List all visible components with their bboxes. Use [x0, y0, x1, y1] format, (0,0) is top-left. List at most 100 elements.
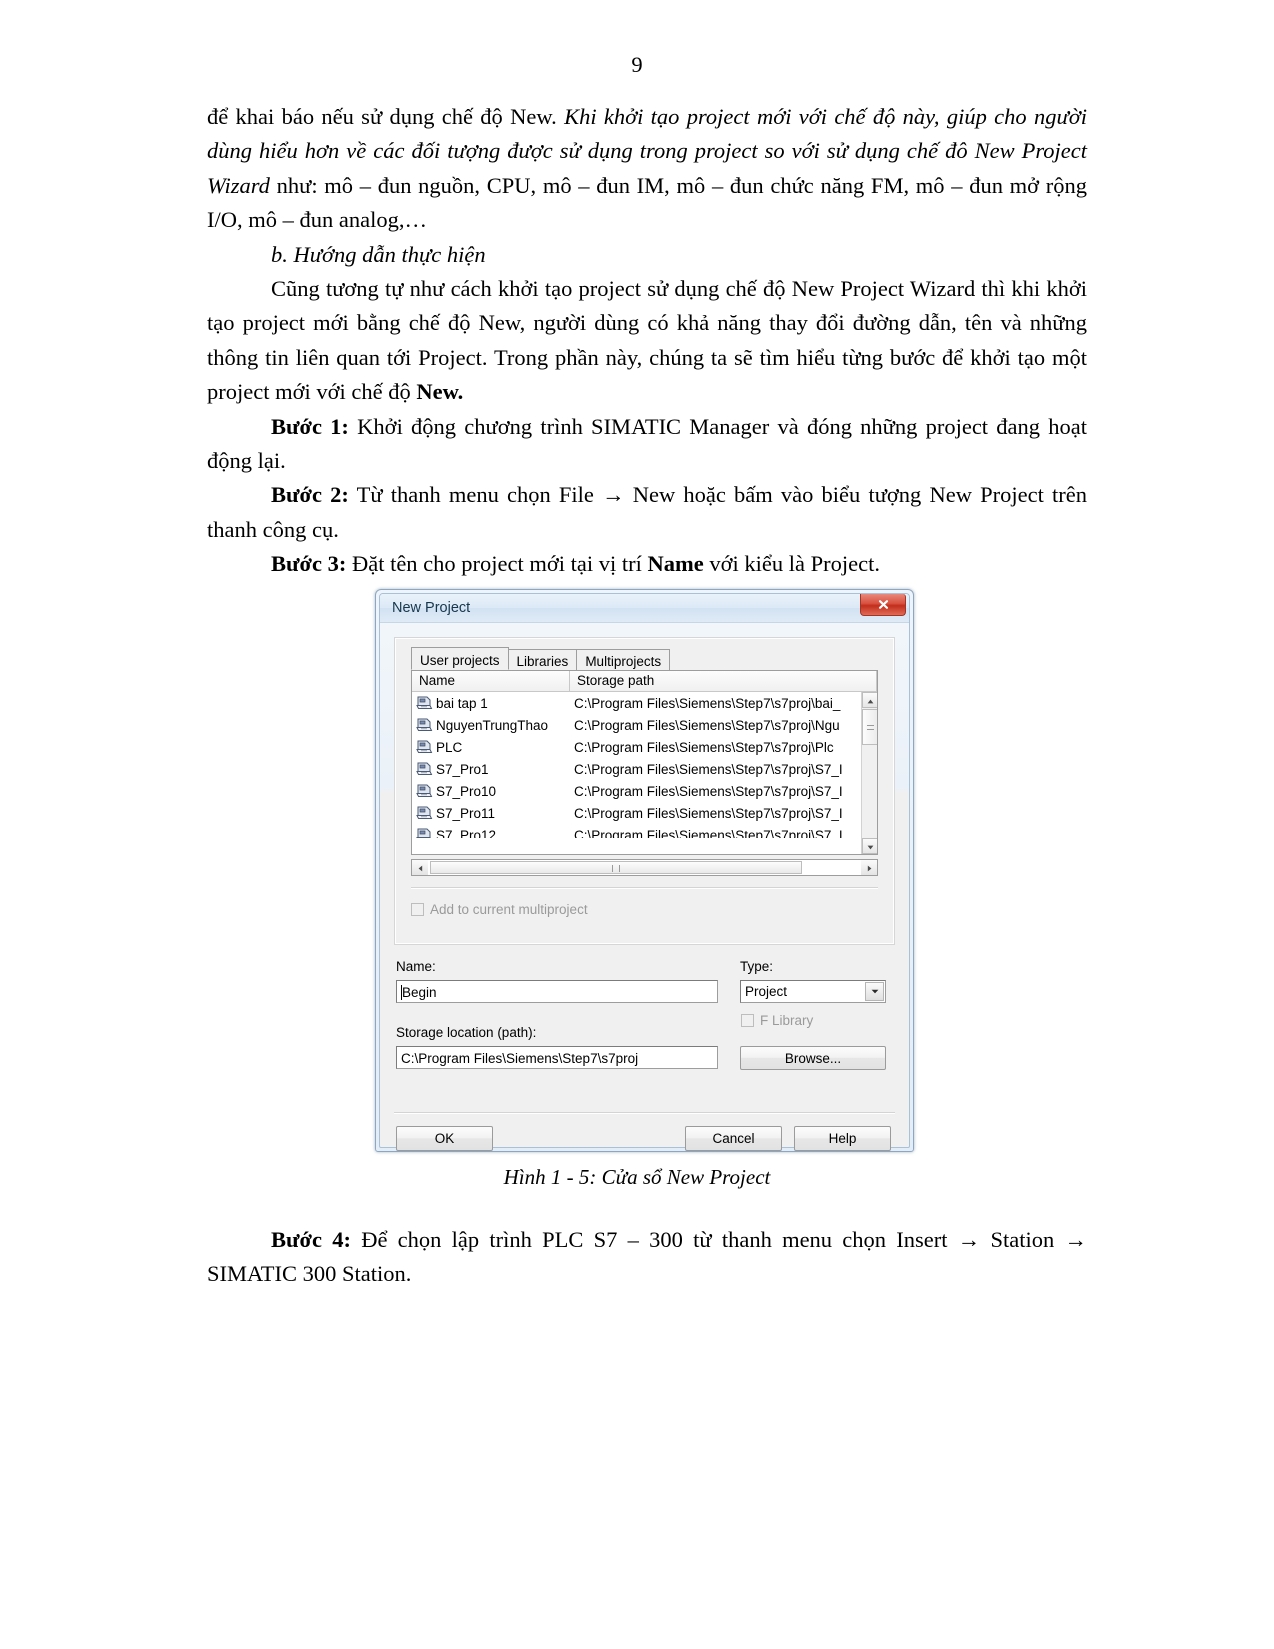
- dialog-tabs: User projects Libraries Multiprojects: [411, 647, 671, 670]
- paragraph-step-1: Bước 1: Khởi động chương trình SIMATIC M…: [207, 410, 1087, 479]
- dialog-inner-frame: New Project User projects Libraries Mult…: [379, 593, 910, 1151]
- step-3-label: Bước 3:: [271, 551, 347, 577]
- row-name-cell: NguyenTrungThao: [416, 718, 574, 733]
- project-folder-icon: [416, 806, 433, 821]
- tab-multiprojects[interactable]: Multiprojects: [576, 649, 671, 670]
- row-name-text: S7_Pro12: [436, 827, 497, 839]
- browse-button-label: Browse...: [784, 1050, 842, 1066]
- project-folder-icon: [416, 828, 433, 838]
- row-name-cell: S7_Pro12: [416, 827, 574, 839]
- projects-panel: User projects Libraries Multiprojects Na…: [394, 637, 895, 945]
- step-3-name-emphasis: Name: [647, 551, 704, 577]
- page-number: 9: [631, 52, 643, 77]
- step-2-label: Bước 2:: [271, 482, 349, 508]
- projects-listview[interactable]: Name Storage path bai tap 1 C:\Program F…: [411, 670, 878, 855]
- checkbox-icon: [741, 1014, 754, 1027]
- tab-libraries-label: Libraries: [516, 654, 569, 669]
- dialog-body: User projects Libraries Multiprojects Na…: [380, 623, 909, 1151]
- step-4-paragraph: Bước 4: Để chọn lập trình PLC S7 – 300 t…: [207, 1223, 1087, 1292]
- table-row[interactable]: NguyenTrungThao C:\Program Files\Siemens…: [412, 714, 877, 736]
- name-input[interactable]: Begin: [396, 980, 718, 1003]
- table-row[interactable]: PLC C:\Program Files\Siemens\Step7\s7pro…: [412, 736, 877, 758]
- document-body: để khai báo nếu sử dụng chế độ New. Khi …: [207, 100, 1087, 582]
- row-name-text: S7_Pro10: [436, 783, 497, 799]
- help-button[interactable]: Help: [794, 1126, 891, 1151]
- project-folder-icon: [416, 696, 433, 711]
- table-row[interactable]: S7_Pro11 C:\Program Files\Siemens\Step7\…: [412, 802, 877, 824]
- project-folder-icon: [416, 784, 433, 799]
- table-row[interactable]: S7_Pro1 C:\Program Files\Siemens\Step7\s…: [412, 758, 877, 780]
- horizontal-scrollbar-thumb[interactable]: [430, 861, 803, 874]
- tab-multiprojects-label: Multiprojects: [585, 654, 662, 669]
- paragraph-3: Cũng tương tự như cách khởi tạo project …: [207, 272, 1087, 410]
- dialog-title: New Project: [392, 600, 471, 616]
- paragraph-2-heading: b. Hướng dẫn thực hiện: [207, 238, 1087, 272]
- paragraph-3-run-2: New.: [416, 379, 464, 405]
- help-button-label: Help: [828, 1131, 857, 1146]
- row-path-text: C:\Program Files\Siemens\Step7\s7proj\S7…: [574, 827, 843, 839]
- add-to-multiproject-checkbox[interactable]: Add to current multiproject: [411, 902, 588, 917]
- storage-location-input[interactable]: C:\Program Files\Siemens\Step7\s7proj: [396, 1046, 718, 1069]
- cancel-button[interactable]: Cancel: [685, 1126, 782, 1151]
- browse-button[interactable]: Browse...: [740, 1046, 886, 1070]
- add-to-multiproject-label: Add to current multiproject: [430, 902, 588, 917]
- table-row[interactable]: bai tap 1 C:\Program Files\Siemens\Step7…: [412, 692, 877, 714]
- tab-user-projects-label: User projects: [420, 653, 500, 668]
- row-name-text: PLC: [436, 739, 463, 755]
- ok-button[interactable]: OK: [396, 1126, 493, 1151]
- tab-user-projects[interactable]: User projects: [411, 647, 509, 670]
- f-library-checkbox[interactable]: F Library: [741, 1013, 813, 1028]
- scroll-right-button[interactable]: [861, 860, 877, 875]
- project-folder-icon: [416, 762, 433, 777]
- document-page: 9 để khai báo nếu sử dụng chế độ New. Kh…: [0, 0, 1274, 1649]
- paragraph-1: để khai báo nếu sử dụng chế độ New. Khi …: [207, 100, 1087, 238]
- paragraph-1-run-1: để khai báo nếu sử dụng chế độ New.: [207, 104, 565, 129]
- close-button[interactable]: [860, 594, 906, 616]
- dialog-form: Name: Begin Type: Project F Library Stor…: [394, 959, 895, 1099]
- project-folder-icon: [416, 718, 433, 733]
- row-path-text: C:\Program Files\Siemens\Step7\s7proj\Pl…: [574, 739, 834, 755]
- tab-libraries[interactable]: Libraries: [507, 649, 578, 670]
- listview-header: Name Storage path: [412, 671, 877, 692]
- type-dropdown[interactable]: Project: [740, 980, 886, 1003]
- listview-horizontal-scrollbar[interactable]: [411, 859, 878, 876]
- step-1-label: Bước 1:: [271, 413, 349, 439]
- row-path-text: C:\Program Files\Siemens\Step7\s7proj\S7…: [574, 783, 843, 799]
- table-row[interactable]: S7_Pro12 C:\Program Files\Siemens\Step7\…: [412, 824, 877, 838]
- chevron-left-icon: [418, 859, 423, 877]
- step-3-text-2: với kiểu là Project.: [703, 551, 880, 577]
- storage-location-label: Storage location (path):: [396, 1025, 537, 1040]
- new-project-dialog: New Project User projects Libraries Mult…: [375, 589, 914, 1152]
- horizontal-scroll-track[interactable]: [428, 860, 861, 875]
- table-row[interactable]: S7_Pro10 C:\Program Files\Siemens\Step7\…: [412, 780, 877, 802]
- chevron-up-icon: [867, 691, 874, 709]
- name-field-label: Name:: [396, 959, 436, 974]
- dialog-titlebar[interactable]: New Project: [380, 594, 909, 623]
- step-3-text-1: Đặt tên cho project mới tại vị trí: [346, 551, 648, 577]
- checkbox-icon: [411, 903, 424, 916]
- paragraph-step-4: Bước 4: Để chọn lập trình PLC S7 – 300 t…: [207, 1200, 1087, 1314]
- listview-rows: bai tap 1 C:\Program Files\Siemens\Step7…: [412, 692, 877, 838]
- scroll-left-button[interactable]: [412, 860, 428, 875]
- chevron-right-icon: [867, 859, 872, 877]
- row-name-text: S7_Pro11: [436, 805, 496, 821]
- type-dropdown-value: Project: [745, 984, 788, 999]
- chevron-down-icon[interactable]: [865, 982, 884, 1001]
- listview-vertical-scrollbar[interactable]: [861, 692, 877, 854]
- ok-button-label: OK: [434, 1131, 455, 1146]
- scroll-down-button[interactable]: [862, 837, 877, 854]
- footer-divider: [394, 1112, 895, 1114]
- cancel-button-label: Cancel: [712, 1131, 755, 1146]
- scroll-up-button[interactable]: [862, 691, 877, 709]
- row-path-text: C:\Program Files\Siemens\Step7\s7proj\Ng…: [574, 717, 840, 733]
- column-header-name[interactable]: Name: [412, 671, 570, 691]
- row-name-cell: bai tap 1: [416, 696, 574, 711]
- column-header-storage-path[interactable]: Storage path: [570, 671, 877, 691]
- row-path-text: C:\Program Files\Siemens\Step7\s7proj\ba…: [574, 695, 841, 711]
- paragraph-3-run-1: Cũng tương tự như cách khởi tạo project …: [207, 276, 1087, 405]
- paragraph-step-2: Bước 2: Từ thanh menu chọn File → New ho…: [207, 478, 1087, 547]
- scrollbar-thumb[interactable]: [862, 709, 877, 745]
- paragraph-1-run-3: như: mô – đun nguồn, CPU, mô – đun IM, m…: [207, 172, 1087, 233]
- paragraph-step-3: Bước 3: Đặt tên cho project mới tại vị t…: [207, 547, 1087, 581]
- chevron-down-icon: [867, 837, 874, 854]
